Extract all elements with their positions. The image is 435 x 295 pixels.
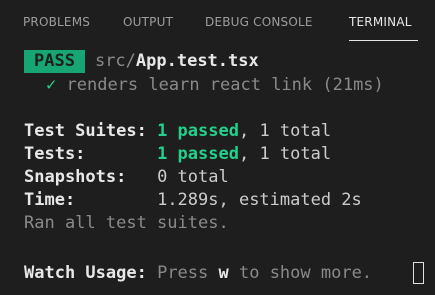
watch-press-text: Press	[157, 263, 219, 283]
watch-usage-line: Watch Usage: Press w to show more.	[24, 262, 372, 285]
test-suites-total: , 1 total	[238, 121, 332, 141]
test-file-line: PASS src/App.test.tsx	[24, 50, 259, 73]
test-case-line: ✓ renders learn react link (21ms)	[46, 74, 384, 97]
tab-terminal[interactable]: TERMINAL	[349, 15, 412, 29]
ran-all-line: Ran all test suites.	[24, 213, 229, 233]
test-file-dir: src/	[94, 51, 136, 71]
test-suites-line: Test Suites: 1 passed, 1 total	[24, 120, 331, 143]
active-tab-indicator	[349, 40, 418, 41]
tests-line: Tests: 1 passed, 1 total	[24, 143, 331, 166]
time-line: Time: 1.289s, estimated 2s	[24, 189, 362, 212]
tests-passed: 1 passed	[157, 144, 239, 164]
tests-total: , 1 total	[238, 144, 332, 164]
watch-rest-text: to show more.	[228, 263, 373, 283]
time-label: Time:	[24, 190, 76, 210]
test-case-name: renders learn react link (21ms)	[66, 75, 384, 95]
tab-output[interactable]: OUTPUT	[123, 15, 173, 29]
test-file-name: App.test.tsx	[135, 51, 259, 71]
snapshots-line: Snapshots: 0 total	[24, 166, 229, 189]
tab-debug-console[interactable]: DEBUG CONSOLE	[205, 15, 313, 29]
watch-key: w	[218, 263, 229, 283]
watch-usage-label: Watch Usage:	[24, 263, 147, 283]
panel-tab-bar: PROBLEMS OUTPUT DEBUG CONSOLE TERMINAL	[0, 0, 435, 48]
terminal-cursor	[413, 262, 424, 284]
pass-badge: PASS	[24, 50, 85, 73]
tab-problems[interactable]: PROBLEMS	[23, 15, 90, 29]
time-value: 1.289s, estimated 2s	[157, 190, 362, 210]
terminal-output[interactable]: PASS src/App.test.tsx ✓ renders learn rea…	[0, 48, 435, 295]
snapshots-value: 0 total	[157, 167, 229, 187]
check-icon: ✓	[46, 75, 57, 95]
tests-label: Tests:	[24, 144, 86, 164]
test-suites-label: Test Suites:	[24, 121, 147, 141]
test-suites-passed: 1 passed	[157, 121, 239, 141]
snapshots-label: Snapshots:	[24, 167, 127, 187]
